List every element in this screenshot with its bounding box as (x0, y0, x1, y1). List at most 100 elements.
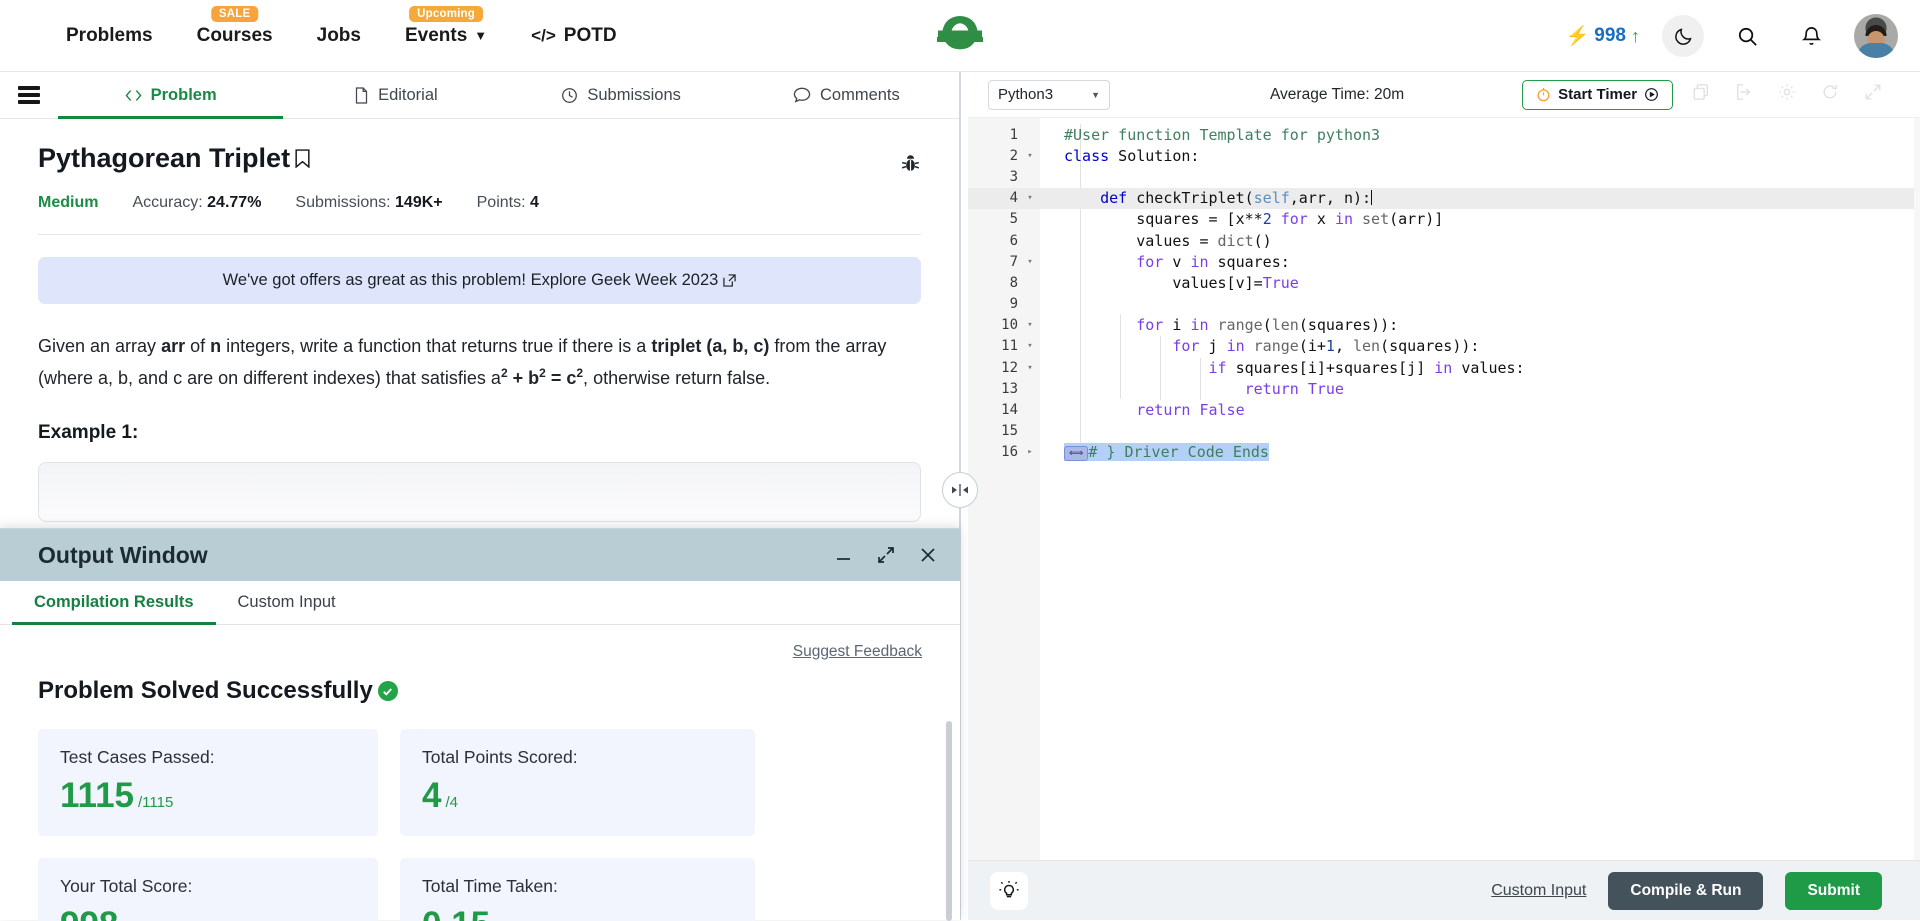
stat-value-wrap: 0.15 (422, 905, 733, 921)
code-token (1209, 316, 1218, 334)
fold-toggle-icon[interactable]: ▾ (1020, 320, 1040, 330)
code-token: # } Driver Code Ends (1088, 443, 1269, 461)
tab-editorial[interactable]: Editorial (283, 72, 508, 118)
code-text: def checkTriplet(self,arr, n): (1040, 189, 1372, 207)
code-line[interactable]: 2▾class Solution: (968, 145, 1920, 166)
output-scrollbar[interactable] (946, 721, 952, 921)
code-line[interactable]: 10▾ for i in range(len(squares)): (968, 315, 1920, 336)
tab-problem[interactable]: Problem (58, 72, 283, 118)
copy-icon[interactable] (1692, 83, 1710, 106)
code-line[interactable]: 7▾ for v in squares: (968, 251, 1920, 272)
lightbulb-icon (998, 880, 1020, 902)
bug-icon[interactable] (900, 153, 921, 174)
code-line[interactable]: 6 values = dict() (968, 230, 1920, 251)
problem-title-row: Pythagorean Triplet (38, 119, 921, 174)
bolt-icon: ⚡ (1566, 24, 1590, 48)
line-number: 4 (968, 190, 1020, 206)
code-token: self (1254, 189, 1290, 207)
code-editor[interactable]: 1#User function Template for python32▾cl… (968, 118, 1920, 860)
code-line[interactable]: 13 return True (968, 378, 1920, 399)
fold-toggle-icon[interactable]: ▾ (1020, 341, 1040, 351)
code-line[interactable]: 15 (968, 421, 1920, 442)
close-icon[interactable] (918, 545, 938, 565)
language-selector[interactable]: Python3 ▼ (988, 80, 1110, 110)
gear-icon[interactable] (1778, 83, 1796, 106)
compile-run-button[interactable]: Compile & Run (1608, 872, 1763, 910)
code-line[interactable]: 5 squares = [x**2 for x in set(arr)] (968, 209, 1920, 230)
desc-n: n (210, 336, 221, 356)
streak-counter[interactable]: ⚡ 998 ↑ (1566, 24, 1640, 48)
notifications-button[interactable] (1790, 15, 1832, 57)
maximize-icon[interactable] (876, 545, 896, 565)
fullscreen-icon[interactable] (1864, 83, 1882, 106)
code-line[interactable]: 14 return False (968, 399, 1920, 420)
code-line[interactable]: 12▾ if squares[i]+squares[j] in values: (968, 357, 1920, 378)
collapsed-code-marker[interactable]: ⟺ (1064, 446, 1088, 461)
hint-button[interactable] (990, 872, 1028, 910)
tab-compilation-results[interactable]: Compilation Results (12, 581, 216, 624)
stat-value: 1115 (60, 776, 134, 816)
minimize-icon[interactable] (834, 545, 854, 565)
submit-button[interactable]: Submit (1785, 872, 1882, 910)
nav-item-courses[interactable]: SALE Courses (175, 0, 295, 72)
avatar[interactable] (1854, 14, 1898, 58)
menu-button[interactable] (0, 72, 58, 118)
nav-item-problems[interactable]: Problems (44, 0, 175, 72)
problem-description: Given an array arr of n integers, write … (38, 330, 921, 394)
desc-text: otherwise return false. (593, 368, 770, 388)
start-timer-button[interactable]: Start Timer (1522, 80, 1673, 110)
code-line[interactable]: 3 (968, 166, 1920, 187)
desc-text: integers, write a function that returns … (221, 336, 651, 356)
dark-mode-toggle[interactable] (1662, 15, 1704, 57)
code-token: True (1308, 380, 1344, 398)
fold-toggle-icon[interactable]: ▸ (1020, 447, 1040, 457)
search-button[interactable] (1726, 15, 1768, 57)
code-token: i (1163, 316, 1190, 334)
nav-item-events[interactable]: Upcoming Events ▼ (383, 0, 509, 72)
nav-label: Events (405, 25, 467, 47)
tab-submissions[interactable]: Submissions (509, 72, 734, 118)
geeksforgeeks-logo[interactable] (921, 10, 999, 62)
code-line[interactable]: 8 values[v]=True (968, 272, 1920, 293)
line-number: 7 (968, 254, 1020, 270)
code-content[interactable]: 1#User function Template for python32▾cl… (968, 124, 1920, 463)
custom-input-link[interactable]: Custom Input (1491, 882, 1586, 900)
promo-banner[interactable]: We've got offers as great as this proble… (38, 257, 921, 304)
code-line[interactable]: 9 (968, 294, 1920, 315)
tab-custom-input[interactable]: Custom Input (216, 581, 358, 624)
fold-toggle-icon[interactable]: ▾ (1020, 193, 1040, 203)
code-line[interactable]: 1#User function Template for python3 (968, 124, 1920, 145)
tab-comments[interactable]: Comments (734, 72, 959, 118)
example-heading: Example 1: (38, 422, 921, 444)
stat-value-wrap: 998 (60, 905, 356, 921)
splitter-handle[interactable] (942, 472, 978, 508)
fold-toggle-icon[interactable]: ▾ (1020, 257, 1040, 267)
code-line[interactable]: 11▾ for j in range(i+1, len(squares)): (968, 336, 1920, 357)
nav-links: Problems SALE Courses Jobs Upcoming Even… (44, 0, 639, 72)
code-token: squares: (1209, 253, 1290, 271)
points-value: 4 (530, 194, 539, 211)
code-text: for j in range(i+1, len(squares)): (1040, 337, 1479, 355)
fold-toggle-icon[interactable]: ▾ (1020, 151, 1040, 161)
nav-item-potd[interactable]: </> POTD (509, 0, 638, 72)
code-token: len (1272, 316, 1299, 334)
submissions-value: 149K+ (395, 194, 443, 211)
fold-toggle-icon[interactable]: ▾ (1020, 363, 1040, 373)
code-line[interactable]: 4▾ def checkTriplet(self,arr, n): (968, 188, 1920, 209)
code-token: for (1172, 337, 1199, 355)
code-icon (125, 88, 142, 103)
bookmark-icon[interactable] (295, 149, 310, 168)
suggest-feedback-link[interactable]: Suggest Feedback (793, 643, 922, 661)
code-token (1353, 210, 1362, 228)
code-token: j (1199, 337, 1226, 355)
code-token (1064, 189, 1100, 207)
editor-scrollbar[interactable] (1914, 118, 1920, 860)
tab-label: Submissions (587, 86, 681, 105)
reset-icon[interactable] (1821, 83, 1839, 106)
code-line[interactable]: 16▸⟺# } Driver Code Ends (968, 442, 1920, 463)
tab-label: Editorial (378, 86, 438, 105)
import-icon[interactable] (1735, 83, 1753, 106)
avatar-shirt (1857, 43, 1895, 58)
points-stat: Points: 4 (477, 194, 539, 212)
nav-item-jobs[interactable]: Jobs (295, 0, 383, 72)
